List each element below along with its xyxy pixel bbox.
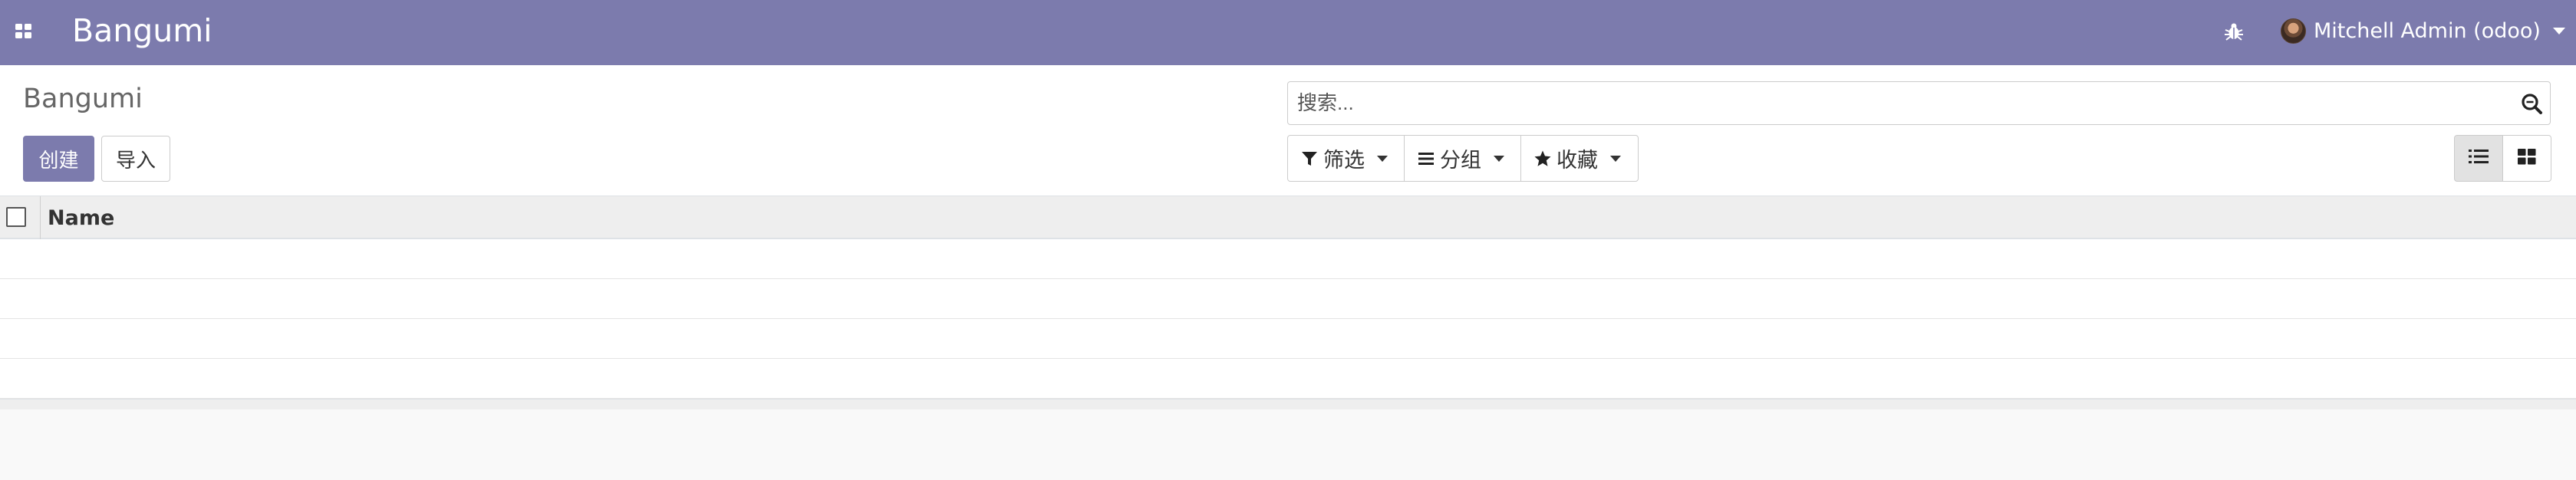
kanban-icon: [2518, 148, 2536, 169]
avatar: [2281, 18, 2306, 44]
table-row: [0, 319, 2576, 359]
table-header: Name: [0, 196, 2576, 239]
table-row: [0, 239, 2576, 279]
search-options-group: 筛选 分组 收藏: [1287, 135, 1639, 182]
group-by-label: 分组: [1440, 149, 1481, 173]
filters-label: 筛选: [1323, 149, 1365, 173]
user-name: Mitchell Admin (odoo): [2314, 18, 2541, 43]
caret-down-icon: [1377, 155, 1388, 162]
breadcrumb: Bangumi: [23, 84, 143, 114]
view-switcher: [2454, 135, 2551, 182]
import-button[interactable]: 导入: [101, 136, 170, 182]
filters-dropdown-button[interactable]: 筛选: [1287, 135, 1405, 182]
list-view-button[interactable]: [2454, 135, 2503, 182]
caret-down-icon: [1610, 155, 1621, 162]
top-navbar: Bangumi Mitchell Admin (odoo): [0, 0, 2576, 65]
kanban-view-button[interactable]: [2502, 135, 2551, 182]
bars-icon: [1417, 150, 1435, 168]
caret-down-icon: [2552, 27, 2565, 35]
table-row: [0, 359, 2576, 399]
search-icon[interactable]: [2519, 91, 2544, 116]
favorites-label: 收藏: [1556, 149, 1598, 173]
filter-icon: [1300, 150, 1319, 168]
group-by-dropdown-button[interactable]: 分组: [1404, 135, 1521, 182]
app-brand-title[interactable]: Bangumi: [72, 11, 212, 51]
table-footer: [0, 399, 2576, 409]
bug-icon[interactable]: [2222, 19, 2246, 44]
table-row: [0, 279, 2576, 319]
caret-down-icon: [1494, 155, 1504, 162]
list-view-table: Name: [0, 196, 2576, 409]
column-divider: [40, 196, 41, 239]
search-bar: [1287, 81, 2551, 125]
search-input[interactable]: [1288, 84, 2485, 123]
apps-grid-icon[interactable]: [14, 21, 34, 41]
user-menu[interactable]: Mitchell Admin (odoo): [2281, 14, 2565, 48]
create-button[interactable]: 创建: [23, 136, 94, 182]
star-icon: [1533, 150, 1552, 168]
favorites-dropdown-button[interactable]: 收藏: [1520, 135, 1639, 182]
list-icon: [2469, 148, 2489, 169]
select-all-checkbox[interactable]: [6, 207, 26, 227]
control-panel: Bangumi 创建 导入 筛选: [0, 65, 2576, 196]
column-header-name[interactable]: Name: [48, 206, 114, 230]
